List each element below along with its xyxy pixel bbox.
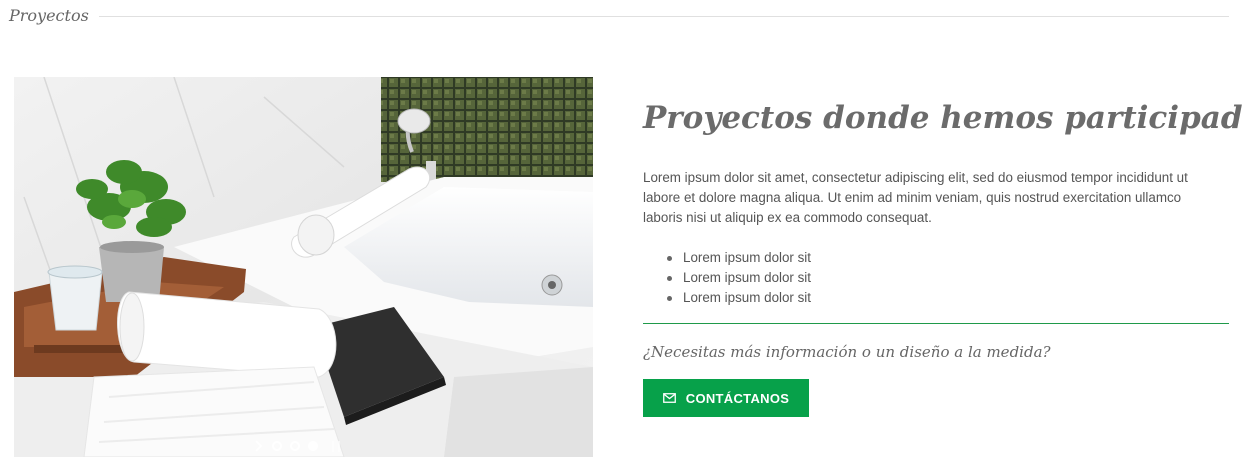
bullet-list: Lorem ipsum dolor sit Lorem ipsum dolor … <box>667 248 1229 308</box>
section-divider <box>98 15 1229 17</box>
pause-icon[interactable] <box>332 440 340 452</box>
cta-question: ¿Necesitas más información o un diseño a… <box>643 343 1051 362</box>
section-title: Proyectos <box>9 5 89 25</box>
mail-icon <box>662 393 676 404</box>
slider-controls <box>254 439 340 453</box>
project-info: Proyectos donde hemos participado Lorem … <box>643 100 1242 418</box>
list-item: Lorem ipsum dolor sit <box>667 268 1229 288</box>
chevron-right-icon[interactable] <box>254 439 264 453</box>
divider <box>643 323 1229 325</box>
contact-button-label: CONTÁCTANOS <box>685 390 790 406</box>
slide-image <box>14 77 593 457</box>
section-header: Proyectos <box>9 4 1229 26</box>
slide-dot-2[interactable] <box>290 441 300 451</box>
slide-dot-1[interactable] <box>272 441 282 451</box>
slide-dot-3[interactable] <box>308 441 318 451</box>
page-title: Proyectos donde hemos participado <box>643 100 1242 136</box>
image-slider[interactable] <box>14 77 593 457</box>
contact-button[interactable]: CONTÁCTANOS <box>643 379 809 418</box>
description-paragraph: Lorem ipsum dolor sit amet, consectetur … <box>643 170 1188 226</box>
list-item: Lorem ipsum dolor sit <box>667 248 1229 268</box>
list-item: Lorem ipsum dolor sit <box>667 288 1229 308</box>
